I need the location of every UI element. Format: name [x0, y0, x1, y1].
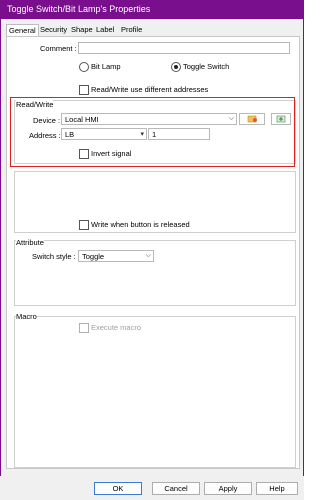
device-select[interactable]: Local HMI ⌵	[61, 113, 237, 125]
write-release-checkbox[interactable]	[79, 220, 89, 230]
attribute-title: Attribute	[16, 238, 44, 247]
invert-signal-checkbox[interactable]	[79, 149, 89, 159]
title-bar: Toggle Switch/Bit Lamp's Properties	[0, 0, 304, 19]
radio-selected-dot	[174, 65, 178, 69]
macro-group	[14, 316, 296, 468]
toggle-switch-radio[interactable]	[171, 62, 181, 72]
rw-different-label: Read/Write use different addresses	[91, 85, 209, 94]
help-button[interactable]: Help	[256, 482, 298, 495]
switch-style-select[interactable]: Toggle ⌵	[78, 250, 154, 262]
cancel-button[interactable]: Cancel	[152, 482, 200, 495]
bit-lamp-radio[interactable]	[79, 62, 89, 72]
tab-shape[interactable]: Shape	[69, 24, 95, 36]
device-add-icon	[276, 115, 286, 123]
chevron-down-icon: ▾	[140, 131, 144, 138]
attribute-group	[14, 240, 296, 306]
macro-title: Macro	[16, 312, 37, 321]
device-add-button[interactable]	[271, 113, 291, 125]
invert-signal-label: Invert signal	[91, 149, 132, 158]
execute-macro-checkbox[interactable]	[79, 323, 89, 333]
tab-label[interactable]: Label	[94, 24, 116, 36]
comment-label: Comment :	[40, 44, 77, 53]
tab-security[interactable]: Security	[38, 24, 69, 36]
rw-different-checkbox[interactable]	[79, 85, 89, 95]
address-label: Address :	[29, 131, 61, 140]
read-write-title: Read/Write	[16, 100, 54, 109]
tab-profile[interactable]: Profile	[119, 24, 144, 36]
chevron-down-icon: ⌵	[228, 115, 234, 122]
chevron-down-icon: ⌵	[145, 252, 151, 259]
comment-input[interactable]	[78, 42, 290, 54]
execute-macro-label: Execute macro	[91, 323, 142, 332]
address-type-select[interactable]: LB ▾	[61, 128, 147, 140]
window-title: Toggle Switch/Bit Lamp's Properties	[7, 4, 151, 14]
window-border-left	[0, 19, 1, 500]
device-value: Local HMI	[65, 115, 99, 124]
device-settings-icon	[247, 115, 257, 123]
address-input[interactable]: 1	[148, 128, 210, 140]
switch-style-value: Toggle	[82, 252, 105, 261]
write-release-label: Write when button is released	[91, 220, 190, 229]
ok-button[interactable]: OK	[94, 482, 142, 495]
window-border-right	[303, 19, 304, 500]
device-settings-button[interactable]	[239, 113, 265, 125]
address-type-value: LB	[65, 130, 75, 139]
device-label: Device :	[33, 116, 61, 125]
bit-lamp-label: Bit Lamp	[91, 62, 121, 71]
apply-button[interactable]: Apply	[204, 482, 252, 495]
toggle-switch-label: Toggle Switch	[183, 62, 230, 71]
switch-style-label: Switch style :	[32, 252, 76, 261]
address-value: 1	[152, 130, 157, 139]
